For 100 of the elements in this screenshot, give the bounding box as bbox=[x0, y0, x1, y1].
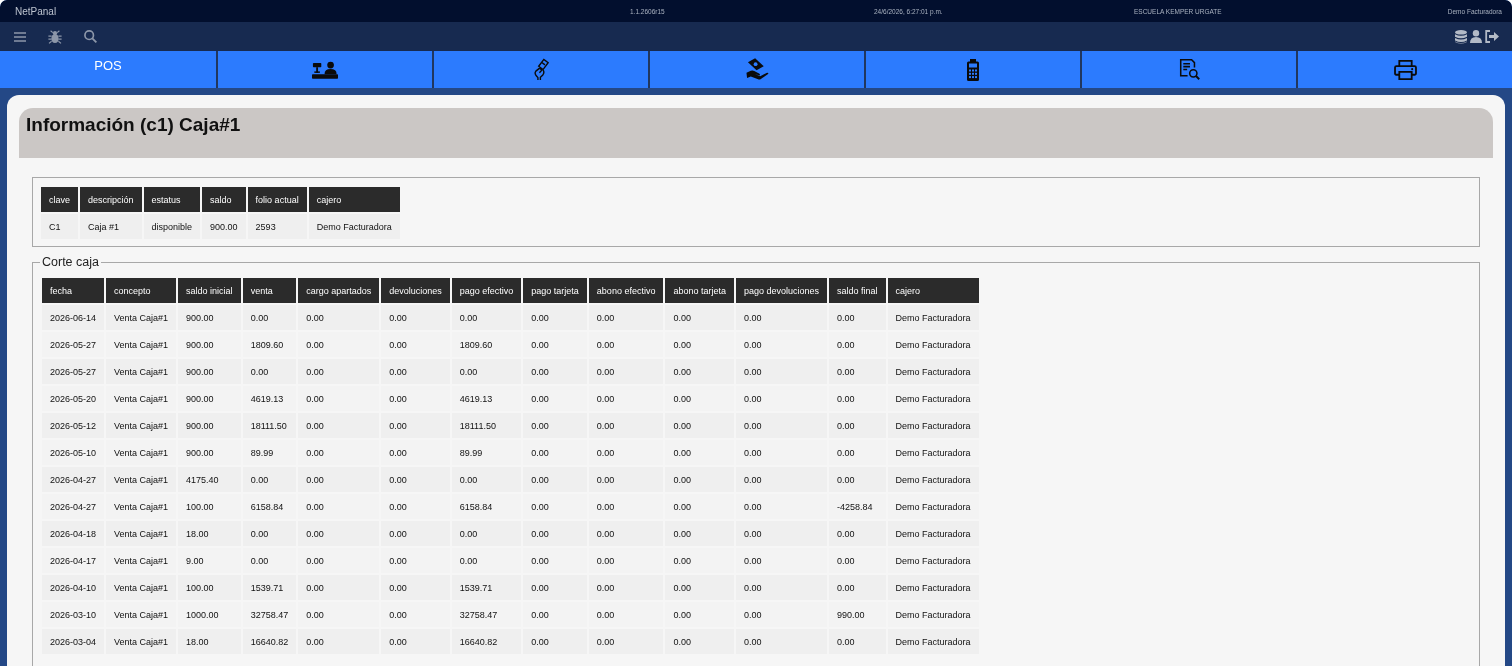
table-cell: 0.00 bbox=[523, 413, 587, 438]
table-cell: 0.00 bbox=[523, 305, 587, 330]
table-cell: 18.00 bbox=[178, 521, 241, 546]
bug-icon[interactable] bbox=[48, 29, 62, 44]
table-cell: 0.00 bbox=[381, 413, 450, 438]
search-icon[interactable] bbox=[84, 30, 97, 43]
table-cell: 0.00 bbox=[735, 467, 827, 492]
table-cell: 0.00 bbox=[665, 305, 734, 330]
table-cell: 18111.50 bbox=[451, 413, 522, 438]
table-cell: Venta Caja#1 bbox=[106, 467, 177, 492]
table-cell: 0.00 bbox=[588, 359, 664, 384]
table-cell: 0.00 bbox=[588, 629, 664, 654]
hand-money-icon bbox=[745, 58, 769, 81]
table-cell: 0.00 bbox=[298, 305, 380, 330]
menu-icon[interactable] bbox=[14, 31, 26, 42]
table-cell: 0.00 bbox=[451, 467, 522, 492]
table-cell: 0.00 bbox=[381, 467, 450, 492]
column-header: saldo inicial bbox=[178, 278, 241, 303]
printer-icon bbox=[1393, 59, 1417, 80]
table-cell: Venta Caja#1 bbox=[106, 575, 177, 600]
table-cell: 0.00 bbox=[829, 413, 886, 438]
table-cell: 0.00 bbox=[381, 305, 450, 330]
nav-tab[interactable] bbox=[648, 51, 864, 88]
table-cell: Venta Caja#1 bbox=[106, 359, 177, 384]
table-cell: 0.00 bbox=[298, 359, 380, 384]
nav-tab[interactable] bbox=[216, 51, 432, 88]
table-cell: 1539.71 bbox=[242, 575, 297, 600]
table-cell: 0.00 bbox=[242, 359, 297, 384]
table-cell: 0.00 bbox=[381, 521, 450, 546]
table-cell: Venta Caja#1 bbox=[106, 413, 177, 438]
cashier-icon bbox=[312, 60, 338, 79]
table-cell: 0.00 bbox=[451, 305, 522, 330]
app-name: NetPanal bbox=[15, 5, 57, 17]
table-cell: 0.00 bbox=[665, 575, 734, 600]
table-cell: 900.00 bbox=[202, 214, 246, 239]
table-cell: 0.00 bbox=[588, 305, 664, 330]
column-header: fecha bbox=[42, 278, 105, 303]
table-cell: Demo Facturadora bbox=[887, 629, 979, 654]
table-cell: 0.00 bbox=[588, 467, 664, 492]
table-cell: 0.00 bbox=[735, 413, 827, 438]
table-cell: 0.00 bbox=[523, 521, 587, 546]
table-cell: 0.00 bbox=[829, 305, 886, 330]
logout-icon[interactable] bbox=[1485, 30, 1499, 43]
table-cell: 0.00 bbox=[735, 575, 827, 600]
table-cell: 2026-03-04 bbox=[42, 629, 105, 654]
nav-tab[interactable]: POS bbox=[0, 51, 216, 88]
column-header: cajero bbox=[308, 187, 400, 212]
document-search-icon bbox=[1178, 59, 1200, 80]
table-cell: 0.00 bbox=[665, 467, 734, 492]
database-icon[interactable] bbox=[1455, 29, 1467, 44]
table-cell: 2026-05-12 bbox=[42, 413, 105, 438]
table-cell: 2026-05-27 bbox=[42, 359, 105, 384]
table-cell: 0.00 bbox=[242, 305, 297, 330]
table-cell: Demo Facturadora bbox=[887, 413, 979, 438]
table-cell: 0.00 bbox=[665, 629, 734, 654]
table-cell: 0.00 bbox=[298, 575, 380, 600]
column-header: pago devoluciones bbox=[735, 278, 827, 303]
table-cell: 0.00 bbox=[735, 629, 827, 654]
table-cell: 900.00 bbox=[178, 359, 241, 384]
column-header: abono efectivo bbox=[588, 278, 664, 303]
nav-tab[interactable] bbox=[1080, 51, 1296, 88]
column-header: clave bbox=[41, 187, 78, 212]
column-header: pago tarjeta bbox=[523, 278, 587, 303]
table-cell: 0.00 bbox=[523, 359, 587, 384]
table-cell: 4175.40 bbox=[178, 467, 241, 492]
section-legend: Corte caja bbox=[40, 255, 101, 269]
table-cell: 2026-04-27 bbox=[42, 467, 105, 492]
table-cell: 0.00 bbox=[381, 629, 450, 654]
table-cell: 1539.71 bbox=[451, 575, 522, 600]
column-header: devoluciones bbox=[381, 278, 450, 303]
nav-tab[interactable] bbox=[864, 51, 1080, 88]
table-cell: 100.00 bbox=[178, 575, 241, 600]
page-title: Información (c1) Caja#1 bbox=[26, 114, 241, 136]
table-cell: Venta Caja#1 bbox=[106, 305, 177, 330]
table-cell: 18.00 bbox=[178, 629, 241, 654]
column-header: cajero bbox=[887, 278, 979, 303]
table-cell: 0.00 bbox=[665, 359, 734, 384]
column-header: saldo final bbox=[829, 278, 886, 303]
column-header: concepto bbox=[106, 278, 177, 303]
table-cell: 18111.50 bbox=[242, 413, 297, 438]
table-cell: Demo Facturadora bbox=[887, 359, 979, 384]
table-cell: 0.00 bbox=[298, 467, 380, 492]
table-cell: 2026-04-18 bbox=[42, 521, 105, 546]
card-terminal-icon bbox=[967, 58, 979, 81]
user-icon[interactable] bbox=[1470, 30, 1482, 43]
nav-tab[interactable] bbox=[1296, 51, 1512, 88]
nav-tab[interactable] bbox=[432, 51, 648, 88]
table-cell: 2593 bbox=[247, 214, 307, 239]
table-cell: 0.00 bbox=[298, 521, 380, 546]
table-cell: disponible bbox=[143, 214, 201, 239]
table-cell: 16640.82 bbox=[451, 629, 522, 654]
table-cell: 0.00 bbox=[829, 629, 886, 654]
table-cell: 900.00 bbox=[178, 305, 241, 330]
column-header: folio actual bbox=[247, 187, 307, 212]
table-cell: 0.00 bbox=[735, 359, 827, 384]
table-cell: 0.00 bbox=[735, 305, 827, 330]
table-cell: 0.00 bbox=[588, 575, 664, 600]
table-cell: 2026-04-10 bbox=[42, 575, 105, 600]
table-cell: 0.00 bbox=[665, 521, 734, 546]
column-header: descripción bbox=[80, 187, 142, 212]
